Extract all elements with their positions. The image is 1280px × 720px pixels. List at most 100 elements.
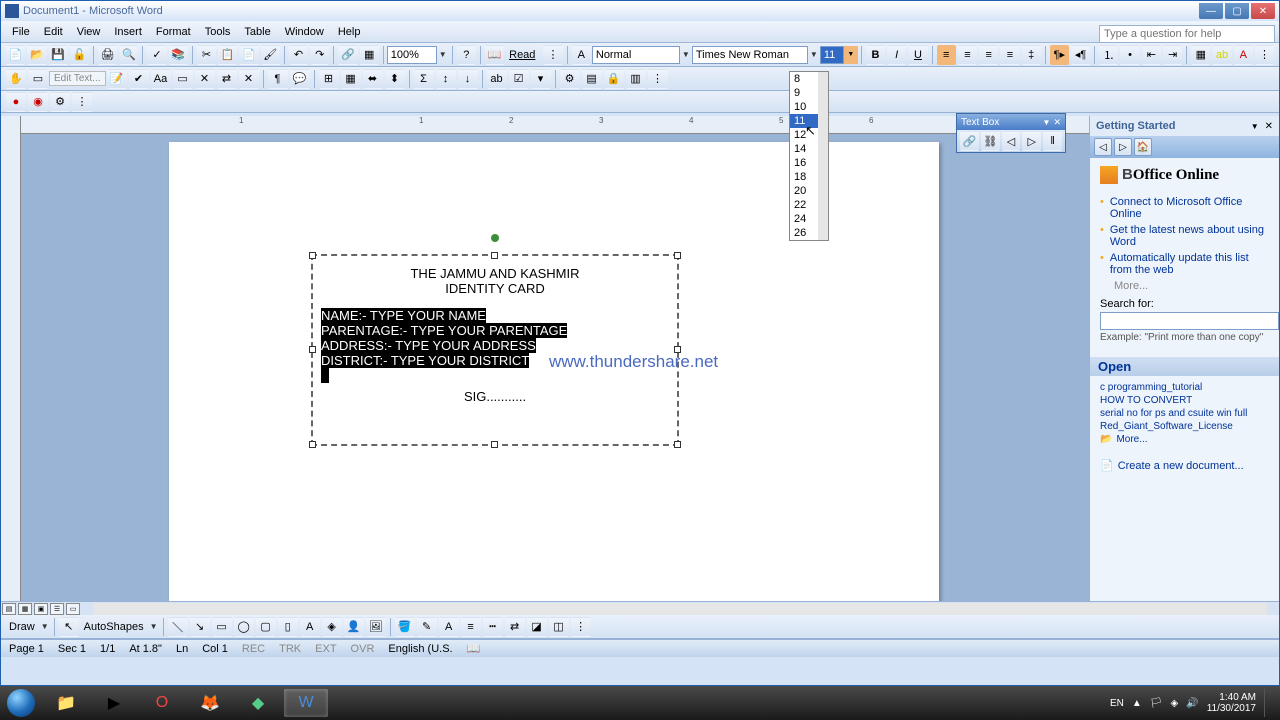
menu-insert[interactable]: Insert	[107, 24, 149, 40]
font-size-dropdown-list[interactable]: 8 9 10 11 12 14 16 18 20 22 24 26	[789, 71, 829, 241]
chevron-down-icon[interactable]: ▼	[680, 50, 692, 59]
research-button[interactable]: 📚	[169, 45, 188, 65]
toolbar-options-button[interactable]: ⋮	[543, 45, 562, 65]
draw-options-button[interactable]: ⋮	[571, 617, 591, 637]
align-left-button[interactable]: ≡	[937, 45, 956, 65]
dash-style-button[interactable]: ┅	[483, 617, 503, 637]
taskbar-word[interactable]: W	[284, 689, 328, 717]
font-size-input[interactable]	[820, 46, 844, 64]
shadow-button[interactable]: ◪	[527, 617, 547, 637]
minimize-button[interactable]: —	[1199, 3, 1223, 19]
horizontal-scrollbar[interactable]	[93, 603, 1267, 615]
taskpane-more[interactable]: More...	[1114, 280, 1269, 292]
read-button[interactable]: Read	[505, 49, 539, 61]
taskpane-search-input[interactable]	[1100, 312, 1279, 330]
chevron-down-icon[interactable]: ▼	[1043, 118, 1051, 127]
reading-view-button[interactable]: ▭	[66, 603, 80, 615]
spelling-button[interactable]: ✓	[147, 45, 166, 65]
outline-view-button[interactable]: ☰	[50, 603, 64, 615]
taskpane-link[interactable]: •Get the latest news about using Word	[1100, 224, 1269, 248]
toolbar-options2-button[interactable]: ⋮	[1255, 45, 1274, 65]
menu-format[interactable]: Format	[149, 24, 198, 40]
cut-button[interactable]: ✂	[197, 45, 216, 65]
taskpane-link[interactable]: •Connect to Microsoft Office Online	[1100, 196, 1269, 220]
textbox-direction-button[interactable]: ‖	[1043, 131, 1062, 151]
undo-button[interactable]: ↶	[289, 45, 308, 65]
tb2-btn18[interactable]: ☑	[509, 69, 529, 89]
line-spacing-button[interactable]: ‡	[1022, 45, 1041, 65]
textbox-prev-button[interactable]: ◁	[1002, 131, 1021, 151]
format-painter-button[interactable]: 🖌	[261, 45, 280, 65]
print-view-button[interactable]: ▣	[34, 603, 48, 615]
status-ext[interactable]: EXT	[315, 643, 336, 655]
tb3-btn4[interactable]: ⋮	[72, 92, 92, 112]
tb2-btn15[interactable]: ↕	[436, 69, 456, 89]
highlight-button[interactable]: ab	[1212, 45, 1231, 65]
resize-handle-tr[interactable]	[674, 252, 681, 259]
hand-button[interactable]: ✋	[6, 69, 26, 89]
read-icon-button[interactable]: 📖	[485, 45, 504, 65]
tb2-btn2[interactable]: ✔	[129, 69, 149, 89]
select-objects-button[interactable]: ↖	[59, 617, 79, 637]
help-question-input[interactable]	[1099, 25, 1275, 43]
taskbar-firefox[interactable]: 🦊	[188, 689, 232, 717]
menu-table[interactable]: Table	[237, 24, 277, 40]
fill-color-button[interactable]: 🪣	[395, 617, 415, 637]
tb2-btn4[interactable]: ▭	[173, 69, 193, 89]
edit-text-button[interactable]: Edit Text...	[49, 71, 106, 86]
tb2-btn12[interactable]: ⬌	[363, 69, 383, 89]
taskbar-opera[interactable]: O	[140, 689, 184, 717]
chevron-down-icon[interactable]: ▼	[1251, 122, 1259, 131]
font-input[interactable]	[692, 46, 808, 64]
styles-button[interactable]: A	[572, 45, 591, 65]
taskbar-explorer[interactable]: 📁	[44, 689, 88, 717]
tray-volume-icon[interactable]: 🔊	[1186, 698, 1198, 709]
show-desktop-button[interactable]	[1264, 689, 1272, 717]
recent-file[interactable]: HOW TO CONVERT	[1100, 395, 1269, 406]
zoom-input[interactable]	[387, 46, 437, 64]
tb3-btn3[interactable]: ⚙	[50, 92, 70, 112]
line-button[interactable]: ＼	[168, 617, 188, 637]
tb2-btn8[interactable]: ¶	[268, 69, 288, 89]
resize-handle-br[interactable]	[674, 441, 681, 448]
tb2-btn16[interactable]: ↓	[458, 69, 478, 89]
rotation-handle[interactable]	[491, 234, 499, 242]
zoom-dropdown[interactable]: ▼	[387, 46, 449, 64]
menu-tools[interactable]: Tools	[198, 24, 238, 40]
tb2-btn20[interactable]: ⚙	[560, 69, 580, 89]
clipart-button[interactable]: 👤	[344, 617, 364, 637]
numbering-button[interactable]: ⒈	[1099, 45, 1118, 65]
tray-network-icon[interactable]: 🏳	[1150, 698, 1163, 709]
resize-handle-bm[interactable]	[491, 441, 498, 448]
tb2-btn22[interactable]: 🔒	[604, 69, 624, 89]
style-dropdown[interactable]: ▼	[592, 46, 692, 64]
autoshapes-menu[interactable]: AutoShapes	[80, 621, 148, 633]
start-button[interactable]	[0, 686, 42, 720]
font-dropdown[interactable]: ▼	[692, 46, 820, 64]
home-button[interactable]: 🏠	[1134, 138, 1152, 156]
tb2-btn21[interactable]: ▤	[582, 69, 602, 89]
tables-borders-button[interactable]: ▦	[360, 45, 379, 65]
close-button[interactable]: ✕	[1251, 3, 1275, 19]
oval-button[interactable]: ◯	[234, 617, 254, 637]
status-lang[interactable]: English (U.S.	[388, 643, 452, 655]
save-button[interactable]: 💾	[49, 45, 68, 65]
taskbar-app[interactable]: ◆	[236, 689, 280, 717]
rtl-button[interactable]: ◂¶	[1071, 45, 1090, 65]
menu-edit[interactable]: Edit	[37, 24, 70, 40]
chevron-down-icon[interactable]: ▼	[437, 50, 449, 59]
wordart-button[interactable]: A	[300, 617, 320, 637]
vertical-textbox-button[interactable]: ▯	[278, 617, 298, 637]
tb2-btn13[interactable]: ⬍	[385, 69, 405, 89]
recent-file[interactable]: Red_Giant_Software_License	[1100, 421, 1269, 432]
create-document-link[interactable]: 📄 Create a new document...	[1100, 459, 1269, 472]
textbox-toolbar[interactable]: Text Box ▼ ✕ 🔗 ⛓ ◁ ▷ ‖	[956, 113, 1066, 153]
redo-button[interactable]: ↷	[310, 45, 329, 65]
tb2-btn9[interactable]: 💬	[290, 69, 310, 89]
print-preview-button[interactable]: 🔍	[119, 45, 138, 65]
menu-window[interactable]: Window	[278, 24, 331, 40]
align-center-button[interactable]: ≡	[958, 45, 977, 65]
open-button[interactable]: 📂	[27, 45, 46, 65]
status-spell-icon[interactable]: 📖	[467, 642, 481, 655]
textbox-break-button[interactable]: ⛓	[981, 131, 1000, 151]
